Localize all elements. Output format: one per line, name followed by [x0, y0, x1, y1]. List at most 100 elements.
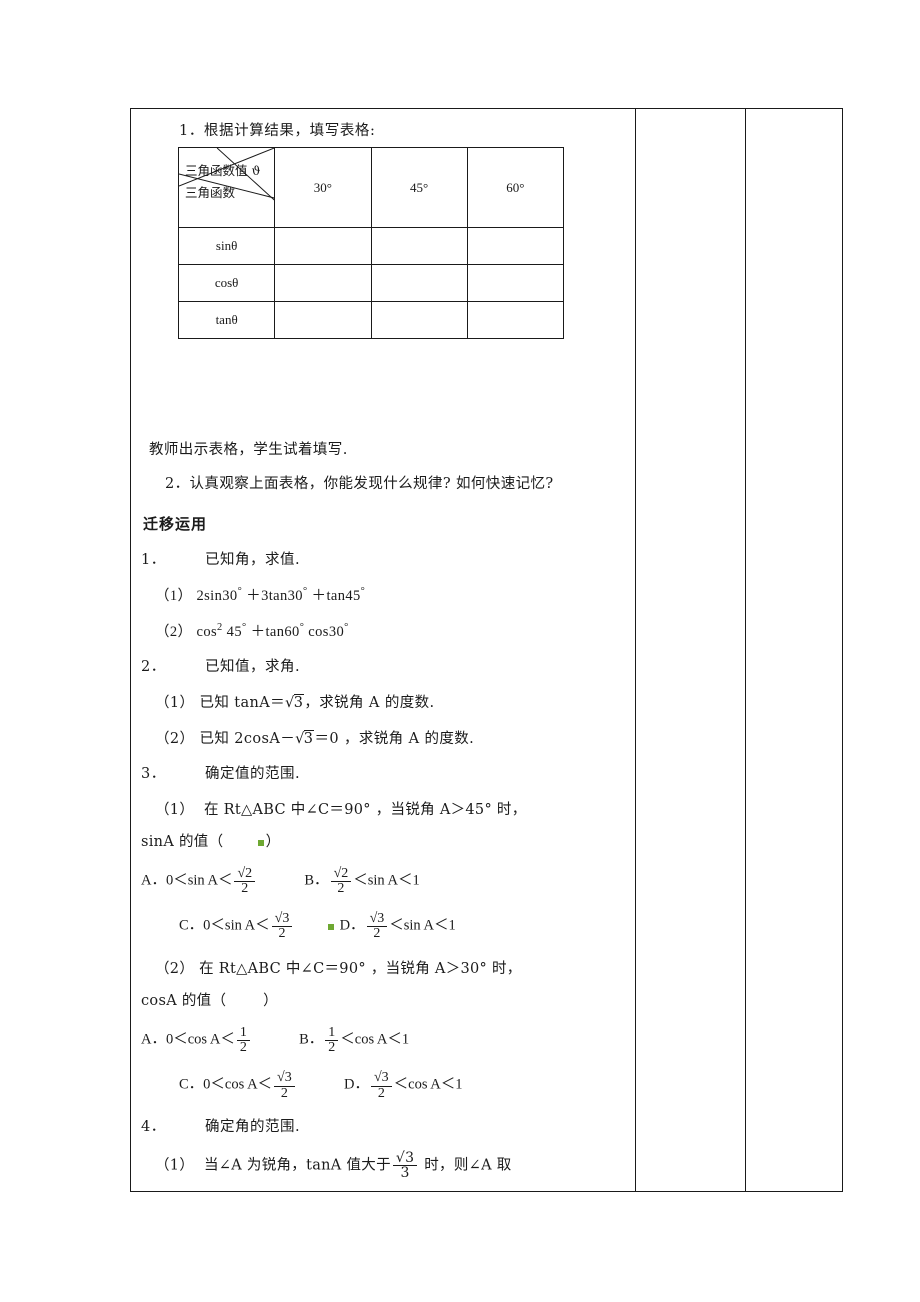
- part-label: （1）: [155, 587, 193, 604]
- choice-B[interactable]: B． √2 2 ＜sin A＜1: [304, 865, 420, 897]
- cell-cos-45[interactable]: [370, 264, 468, 302]
- col-header-60deg: 60°: [466, 147, 565, 228]
- part-suffix: ，求锐角 A 的度数.: [304, 694, 435, 711]
- row-header-sin: sinθ: [177, 227, 276, 265]
- fraction-denominator: 2: [280, 1085, 288, 1101]
- cell-cos-30[interactable]: [274, 264, 372, 302]
- cell-cos-60[interactable]: [466, 264, 565, 302]
- choice-right: ＜cos A＜1: [340, 1031, 410, 1048]
- part-label: （2）: [155, 623, 193, 640]
- choice-key: A．: [141, 872, 166, 889]
- choice-key: D．: [343, 1077, 369, 1094]
- notes-column-right[interactable]: [745, 109, 842, 1191]
- exercise-3-part-2-choices-ab: A．0＜cos A＜ 1 2 B． 1 2 ＜cos A＜1: [141, 1024, 625, 1056]
- fraction-numerator: √3: [369, 911, 385, 927]
- fraction: √3 2: [366, 911, 388, 942]
- prompt-close: ）: [265, 833, 281, 850]
- fraction-denominator: 2: [373, 926, 381, 942]
- main-content-column: 1．根据计算结果，填写表格: 三角函数值 ϑ 三角函数 30° 45° 60° …: [131, 109, 635, 1191]
- fraction-denominator: 3: [400, 1165, 410, 1182]
- fraction-denominator: 2: [377, 1085, 385, 1101]
- fraction-denominator: 2: [241, 880, 249, 896]
- radicand: 3: [293, 693, 305, 711]
- choice-A[interactable]: A．0＜cos A＜ 1 2: [141, 1024, 252, 1056]
- exercise-2-part-1: （1） 已知 tanA＝√3，求锐角 A 的度数.: [141, 691, 625, 712]
- part-prefix: 已知 2cosA－: [199, 730, 296, 747]
- fraction-numerator: √2: [333, 865, 349, 881]
- row-header-cos: cosθ: [177, 264, 276, 302]
- cell-sin-45[interactable]: [370, 227, 468, 265]
- exercise-1-title: 已知角，求值.: [205, 551, 301, 568]
- exercise-3-part-1-choices-cd: C．0＜sin A＜ √3 2 D． √3 2 ＜sin A＜1: [141, 911, 625, 942]
- choice-C[interactable]: C．0＜sin A＜ √3 2: [179, 911, 294, 942]
- cell-tan-60[interactable]: [466, 301, 565, 339]
- choice-key: C．: [179, 917, 204, 934]
- table-header-row: 三角函数值 ϑ 三角函数 30° 45° 60°: [177, 147, 565, 228]
- exercise-1-heading: 1． 已知角，求值.: [141, 548, 625, 569]
- fraction: √3 3: [392, 1149, 418, 1182]
- corner-label-top: 三角函数值 ϑ: [185, 163, 261, 178]
- exercise-2-number: 2．: [141, 658, 166, 675]
- part-suffix: 时，则∠A 取: [424, 1157, 512, 1174]
- exercise-3-title: 确定值的范围.: [205, 765, 301, 782]
- choice-key: D．: [339, 917, 365, 934]
- exercise-3-part-1-stem: （1） 在 Rt△ABC 中∠C＝90° ，当锐角 A＞45° 时，: [141, 798, 625, 819]
- table-caption: 教师出示表格，学生试着填写.: [149, 441, 348, 458]
- fraction-denominator: 2: [337, 880, 345, 896]
- choice-A[interactable]: A．0＜sin A＜ √2 2: [141, 865, 257, 897]
- exercise-3-part-1-choices-ab: A．0＜sin A＜ √2 2 B． √2 2 ＜sin A＜1: [141, 865, 625, 897]
- choice-D[interactable]: D． √3 2 ＜cos A＜1: [344, 1071, 463, 1101]
- choice-C[interactable]: C．0＜cos A＜ √3 2: [179, 1071, 297, 1101]
- exercise-1-part-1: （1） 2sin30° ＋3tan30° ＋tan45°: [141, 584, 625, 605]
- choice-key: A．: [141, 1031, 166, 1048]
- fraction-numerator: 1: [239, 1024, 247, 1040]
- exercise-4-title: 确定角的范围.: [205, 1118, 301, 1135]
- exercise-3-heading: 3． 确定值的范围.: [141, 762, 625, 783]
- exercise-1-number: 1．: [141, 551, 166, 568]
- choice-right: ＜sin A＜1: [389, 917, 456, 934]
- exercise-2-heading: 2． 已知值，求角.: [141, 655, 625, 676]
- row-header-tan: tanθ: [177, 301, 276, 339]
- task-1-instruction: 1．根据计算结果，填写表格:: [179, 123, 376, 139]
- part-expression: 2sin30° ＋3tan30° ＋tan45°: [196, 585, 366, 604]
- exercise-1-part-2: （2） cos2 45° ＋tan60° cos30°: [141, 620, 625, 641]
- part-prefix: 已知 tanA＝: [199, 694, 286, 711]
- cell-sin-60[interactable]: [466, 227, 565, 265]
- green-artifact-mark: [327, 923, 334, 930]
- choice-right: ＜sin A＜1: [353, 872, 420, 889]
- cell-tan-45[interactable]: [370, 301, 468, 339]
- fraction: √3 2: [271, 911, 293, 942]
- choice-key: B．: [304, 872, 329, 889]
- fraction-numerator: √3: [373, 1070, 389, 1086]
- choice-left: 0＜cos A＜: [165, 1031, 235, 1048]
- fraction-denominator: 2: [278, 926, 286, 942]
- part-label: （1）: [155, 694, 195, 711]
- exercise-2-title: 已知值，求角.: [205, 658, 301, 675]
- trig-values-table: 三角函数值 ϑ 三角函数 30° 45° 60° sinθ cosθ tanθ: [177, 147, 565, 339]
- task-2-instruction: 2．认真观察上面表格，你能发现什么规律? 如何快速记忆?: [165, 476, 554, 493]
- table-row-tan: tanθ: [177, 301, 565, 339]
- answer-blank[interactable]: [223, 834, 255, 850]
- stem-text: 在 Rt△ABC 中∠C＝90° ，当锐角 A＞30° 时，: [199, 960, 522, 977]
- choice-B[interactable]: B． 1 2 ＜cos A＜1: [299, 1025, 410, 1056]
- cell-sin-30[interactable]: [274, 227, 372, 265]
- part-label: （1）: [155, 801, 195, 818]
- exercise-3-part-1-prompt: sinA 的值（ ）: [141, 830, 625, 851]
- page-content-frame: 1．根据计算结果，填写表格: 三角函数值 ϑ 三角函数 30° 45° 60° …: [130, 108, 843, 1192]
- exercise-3-part-2-choices-cd: C．0＜cos A＜ √3 2 D． √3 2 ＜cos A＜1: [141, 1071, 625, 1101]
- fraction-denominator: 2: [239, 1040, 247, 1056]
- fraction: √3 2: [274, 1071, 295, 1101]
- cell-tan-30[interactable]: [274, 301, 372, 339]
- fraction-numerator: √2: [237, 865, 253, 881]
- prompt-close: ）: [263, 992, 278, 1009]
- fraction-numerator: √3: [274, 911, 290, 927]
- exercise-3-number: 3．: [141, 765, 166, 782]
- choice-D[interactable]: D． √3 2 ＜sin A＜1: [339, 911, 456, 942]
- choice-left: 0＜cos A＜: [203, 1077, 273, 1094]
- notes-column-middle[interactable]: [635, 109, 745, 1191]
- answer-blank[interactable]: [226, 993, 263, 1009]
- col-header-30deg: 30°: [274, 147, 372, 228]
- fraction-numerator: √3: [395, 1149, 415, 1166]
- exercise-4-heading: 4． 确定角的范围.: [141, 1115, 625, 1136]
- prompt-text: sinA 的值（: [141, 833, 224, 850]
